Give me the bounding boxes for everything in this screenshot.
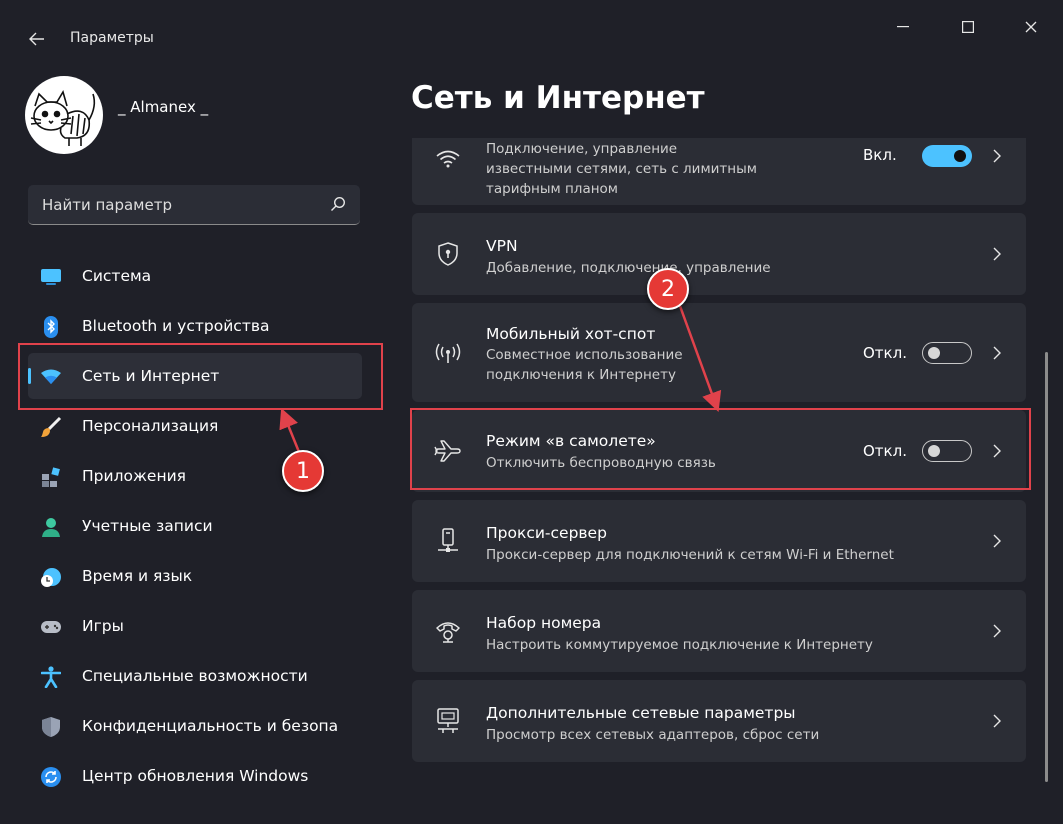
toggle-state-label: Вкл. <box>863 146 897 164</box>
chevron-right-icon[interactable] <box>990 534 1004 548</box>
sidebar-item-system[interactable]: Система <box>28 253 362 299</box>
card-description: Прокси-сервер для подключений к сетям Wi… <box>486 547 894 563</box>
card-description: известными сетями, сеть с лимитным <box>486 161 757 177</box>
accessibility-icon <box>40 666 62 688</box>
avatar[interactable] <box>25 76 103 154</box>
vpn-shield-icon <box>434 240 462 268</box>
card-mobile-hotspot[interactable]: Мобильный хот-спот Совместное использова… <box>412 303 1026 402</box>
card-description: Совместное использование <box>486 347 683 363</box>
back-button[interactable] <box>22 26 52 52</box>
chevron-right-icon[interactable] <box>990 624 1004 638</box>
hotspot-icon <box>434 339 462 367</box>
card-title: Прокси-сервер <box>486 524 607 542</box>
gamepad-icon <box>40 616 62 638</box>
close-button[interactable] <box>1008 12 1054 42</box>
user-name: _ Almanex _ <box>118 98 209 116</box>
search-input[interactable] <box>40 193 314 217</box>
sidebar-item-label: Конфиденциальность и безопас <box>82 717 338 735</box>
scrollbar[interactable] <box>1045 352 1048 782</box>
apps-icon <box>40 466 62 488</box>
card-title: VPN <box>486 237 518 255</box>
sidebar-item-label: Специальные возможности <box>82 667 308 685</box>
brush-icon <box>40 416 62 438</box>
card-proxy[interactable]: Прокси-сервер Прокси-сервер для подключе… <box>412 500 1026 582</box>
card-description: Настроить коммутируемое подключение к Ин… <box>486 637 873 653</box>
card-description: подключения к Интернету <box>486 367 676 383</box>
step-badge-2: 2 <box>647 268 689 310</box>
toggle-state-label: Откл. <box>863 344 907 362</box>
card-description: Добавление, подключение, управление <box>486 260 771 276</box>
search-box[interactable] <box>28 185 360 225</box>
highlight-network-item <box>18 343 383 410</box>
sidebar-item-accessibility[interactable]: Специальные возможности <box>28 653 362 699</box>
sidebar-item-label: Персонализация <box>82 417 219 435</box>
dialup-icon <box>434 617 462 645</box>
proxy-icon <box>434 527 462 555</box>
minimize-icon <box>897 26 909 28</box>
card-description: Подключение, управление <box>486 141 678 157</box>
card-description: тарифным планом <box>486 181 618 197</box>
wifi-toggle[interactable] <box>922 145 972 167</box>
maximize-icon <box>962 21 974 33</box>
close-icon <box>1025 21 1037 33</box>
card-wifi[interactable]: Подключение, управление известными сетям… <box>412 138 1026 205</box>
step-badge-1: 1 <box>282 450 324 492</box>
sidebar-item-time-language[interactable]: Время и язык <box>28 553 362 599</box>
toggle-knob <box>928 347 940 359</box>
chevron-right-icon[interactable] <box>990 346 1004 360</box>
display-icon <box>40 266 62 288</box>
app-title: Параметры <box>70 30 154 46</box>
sidebar-item-label: Bluetooth и устройства <box>82 317 270 335</box>
card-vpn[interactable]: VPN Добавление, подключение, управление <box>412 213 1026 295</box>
network-adapter-icon <box>434 707 462 735</box>
card-title: Мобильный хот-спот <box>486 325 656 343</box>
search-icon[interactable] <box>330 196 346 212</box>
sidebar-item-privacy[interactable]: Конфиденциальность и безопас <box>28 703 362 749</box>
cat-avatar-icon <box>30 90 96 146</box>
shield-icon <box>40 716 62 738</box>
card-title: Набор номера <box>486 614 602 632</box>
page-title: Сеть и Интернет <box>411 80 705 116</box>
sidebar-item-label: Время и язык <box>82 567 193 585</box>
card-description: Просмотр всех сетевых адаптеров, сброс с… <box>486 727 820 743</box>
toggle-knob <box>954 150 966 162</box>
minimize-button[interactable] <box>880 12 926 42</box>
person-icon <box>40 516 62 538</box>
highlight-airplane-card <box>410 408 1031 490</box>
chevron-right-icon[interactable] <box>990 714 1004 728</box>
clock-globe-icon <box>40 566 62 588</box>
title-bar: Параметры <box>0 0 1063 76</box>
card-advanced-network[interactable]: Дополнительные сетевые параметры Просмот… <box>412 680 1026 762</box>
sidebar-item-gaming[interactable]: Игры <box>28 603 362 649</box>
bluetooth-icon <box>40 316 62 338</box>
chevron-right-icon[interactable] <box>990 247 1004 261</box>
chevron-right-icon[interactable] <box>990 149 1004 163</box>
sidebar-item-label: Центр обновления Windows <box>82 767 309 785</box>
back-arrow-icon <box>29 32 44 46</box>
update-icon <box>40 766 62 788</box>
sidebar-item-label: Игры <box>82 617 124 635</box>
sidebar-nav: Система Bluetooth и устройства Сеть и Ин… <box>28 253 362 803</box>
card-dialup[interactable]: Набор номера Настроить коммутируемое под… <box>412 590 1026 672</box>
maximize-button[interactable] <box>945 12 991 42</box>
sidebar-item-label: Учетные записи <box>82 517 213 535</box>
sidebar-item-windows-update[interactable]: Центр обновления Windows <box>28 753 362 799</box>
wifi-icon <box>434 145 462 173</box>
hotspot-toggle[interactable] <box>922 342 972 364</box>
sidebar-item-accounts[interactable]: Учетные записи <box>28 503 362 549</box>
sidebar-item-label: Система <box>82 267 152 285</box>
card-title: Дополнительные сетевые параметры <box>486 704 796 722</box>
